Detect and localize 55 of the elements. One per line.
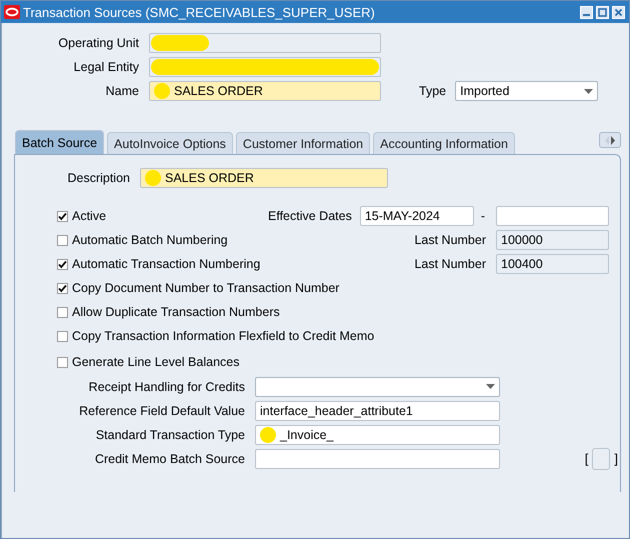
field-label: Credit Memo Batch Source	[94, 452, 245, 466]
field-label: Operating Unit	[57, 36, 139, 50]
checkbox-label: Copy Document Number to Transaction Number	[72, 281, 340, 295]
checkbox[interactable]	[57, 330, 68, 342]
checkbox[interactable]	[57, 210, 68, 222]
start-date-field[interactable]: 15-MAY-2024	[360, 206, 474, 226]
flexfield-field[interactable]	[592, 448, 610, 470]
checkbox-label: Copy Transaction Information Flexfield to Credit Memo	[72, 329, 374, 343]
end-date-field[interactable]	[496, 206, 609, 226]
checkbox-label: Active	[72, 209, 106, 223]
checkbox-label: Automatic Batch Numbering	[72, 233, 228, 247]
bracket: ]	[614, 451, 618, 466]
text-field[interactable]	[149, 33, 381, 53]
left-right-arrows-icon	[605, 136, 615, 144]
tab[interactable]: Batch Source	[15, 130, 104, 154]
tab[interactable]: Customer Information	[236, 132, 370, 154]
field-label: Last Number	[414, 233, 486, 247]
checkbox[interactable]	[57, 258, 68, 270]
last-number-field: 100400	[496, 254, 609, 274]
description-field[interactable]: SALES ORDER	[140, 168, 388, 188]
field-label: Last Number	[414, 257, 486, 271]
date-separator: -	[480, 209, 485, 223]
field-label: Reference Field Default Value	[78, 404, 245, 418]
checkbox[interactable]	[57, 356, 68, 368]
tab[interactable]: AutoInvoice Options	[107, 132, 233, 154]
field-label: Name	[104, 84, 139, 98]
dropdown-arrow-icon	[486, 384, 495, 389]
checkbox-label: Allow Duplicate Transaction Numbers	[72, 305, 280, 319]
checkbox[interactable]	[57, 306, 68, 318]
text-field[interactable]: interface_header_attribute1	[255, 400, 500, 420]
type-dropdown[interactable]: Imported	[455, 81, 598, 101]
bracket: [	[584, 451, 588, 466]
last-number-field: 100000	[496, 230, 609, 250]
tab[interactable]: Accounting Information	[373, 132, 515, 154]
dropdown-field[interactable]	[255, 376, 500, 396]
field-label: Description	[66, 171, 130, 185]
field-label: Effective Dates	[268, 209, 352, 223]
text-field[interactable]	[255, 448, 500, 468]
close-icon[interactable]	[612, 6, 625, 18]
checkbox[interactable]	[57, 282, 68, 294]
field-label: Receipt Handling for Credits	[88, 380, 245, 394]
checkbox[interactable]	[57, 234, 68, 246]
dropdown-arrow-icon	[584, 88, 594, 94]
field-label: Type	[419, 84, 446, 98]
text-field[interactable]: _Invoice_	[255, 424, 500, 444]
maximize-icon[interactable]	[596, 6, 609, 18]
text-field[interactable]: SALES ORDER	[149, 81, 381, 101]
tab-scroll-button[interactable]	[599, 132, 621, 148]
minimize-icon[interactable]	[580, 6, 593, 18]
checkbox-label: Automatic Transaction Numbering	[72, 257, 260, 271]
field-label: Standard Transaction Type	[94, 428, 245, 442]
app-logo-icon	[4, 5, 20, 19]
window-title: Transaction Sources (SMC_RECEIVABLES_SUPER_USER)	[23, 4, 375, 20]
checkbox-label: Generate Line Level Balances	[72, 355, 240, 369]
field-label: Legal Entity	[72, 60, 139, 74]
